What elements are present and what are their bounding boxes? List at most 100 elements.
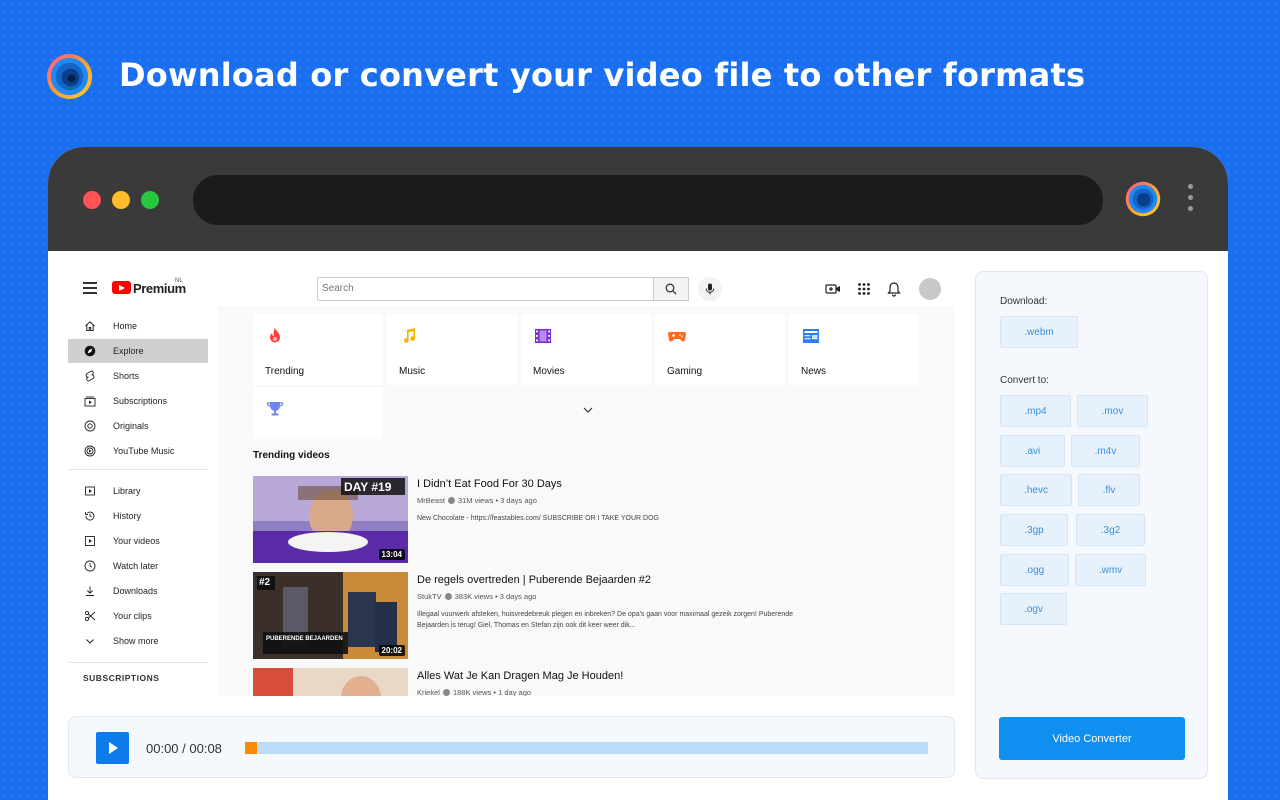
search-input[interactable]: Search bbox=[317, 277, 654, 301]
address-bar[interactable] bbox=[193, 175, 1103, 225]
headline: Download or convert your video file to o… bbox=[119, 56, 1086, 94]
create-video-icon[interactable] bbox=[825, 281, 841, 297]
convert-format-wmv[interactable]: .wmv bbox=[1075, 554, 1146, 586]
convert-label: Convert to: bbox=[1000, 375, 1049, 386]
category-music[interactable]: Music bbox=[387, 314, 517, 385]
flame-icon bbox=[270, 328, 280, 343]
convert-format-flv[interactable]: .flv bbox=[1078, 474, 1140, 506]
video-row[interactable]: Alles Wat Je Kan Dragen Mag Je Houden! K… bbox=[253, 668, 893, 696]
browser-menu-icon[interactable] bbox=[1185, 184, 1195, 216]
sidebar-item-watch-later[interactable]: Watch later bbox=[68, 554, 208, 578]
convert-format-3gp[interactable]: .3gp bbox=[1000, 514, 1068, 546]
minimize-window-button[interactable] bbox=[112, 191, 130, 209]
convert-format-mov[interactable]: .mov bbox=[1077, 395, 1148, 427]
progress-track[interactable] bbox=[245, 742, 928, 754]
category-trending[interactable]: Trending bbox=[253, 314, 383, 385]
convert-format-mp4[interactable]: .mp4 bbox=[1000, 395, 1071, 427]
sidebar-item-explore[interactable]: Explore bbox=[68, 339, 208, 363]
download-format-webm[interactable]: .webm bbox=[1000, 316, 1078, 348]
convert-format-ogv[interactable]: .ogv bbox=[1000, 593, 1067, 625]
category-sports[interactable] bbox=[253, 387, 383, 439]
converter-panel: Download: .webm Convert to: .mp4 .mov .a… bbox=[975, 271, 1208, 779]
app-logo-icon bbox=[46, 53, 93, 100]
sidebar-item-youtube-music[interactable]: YouTube Music bbox=[68, 439, 208, 463]
upload-age: 1 day ago bbox=[498, 688, 532, 696]
view-count: 31M views bbox=[457, 496, 494, 505]
avatar[interactable] bbox=[919, 278, 941, 300]
video-duration: 13:04 bbox=[378, 549, 405, 560]
progress-fill[interactable] bbox=[245, 742, 257, 754]
scissors-icon bbox=[84, 610, 96, 622]
compass-icon bbox=[84, 345, 96, 357]
play-button[interactable] bbox=[96, 732, 129, 764]
apps-icon[interactable] bbox=[856, 281, 872, 297]
sidebar-item-your-videos[interactable]: Your videos bbox=[68, 529, 208, 553]
sidebar-item-history[interactable]: History bbox=[68, 504, 208, 528]
bell-icon[interactable] bbox=[886, 281, 902, 297]
playback-time: 00:00 / 00:08 bbox=[146, 741, 222, 756]
chevron-down-icon bbox=[86, 639, 94, 644]
video-description: New Chocolate - https://feastables.com/ … bbox=[417, 515, 659, 522]
sidebar-item-downloads[interactable]: Downloads bbox=[68, 579, 208, 603]
music-disc-icon bbox=[84, 445, 96, 457]
expand-categories-icon[interactable] bbox=[583, 406, 593, 414]
video-thumbnail[interactable]: #2 PUBERENDE BEJAARDEN 20:02 bbox=[253, 572, 408, 659]
library-icon bbox=[85, 486, 95, 496]
browser-window: Premium NL Search Home Explore Shorts Su… bbox=[48, 147, 1228, 800]
download-icon bbox=[86, 586, 94, 596]
sidebar-item-shorts[interactable]: Shorts bbox=[68, 364, 208, 388]
originals-icon bbox=[84, 420, 96, 432]
category-movies[interactable]: Movies bbox=[521, 314, 651, 385]
view-count: 383K views bbox=[454, 592, 493, 601]
home-icon bbox=[85, 321, 95, 331]
video-title[interactable]: Alles Wat Je Kan Dragen Mag Je Houden! bbox=[417, 670, 623, 682]
subscriptions-heading: SUBSCRIPTIONS bbox=[83, 673, 160, 683]
channel-name[interactable]: StukTV bbox=[417, 592, 442, 601]
video-title[interactable]: De regels overtreden | Puberende Bejaard… bbox=[417, 574, 651, 586]
verified-icon bbox=[444, 593, 452, 600]
sidebar-item-home[interactable]: Home bbox=[68, 314, 208, 338]
convert-format-3g2[interactable]: .3g2 bbox=[1076, 514, 1145, 546]
clock-icon bbox=[84, 560, 96, 572]
extension-icon[interactable] bbox=[1125, 181, 1161, 217]
convert-format-m4v[interactable]: .m4v bbox=[1071, 435, 1140, 467]
convert-format-ogg[interactable]: .ogg bbox=[1000, 554, 1069, 586]
maximize-window-button[interactable] bbox=[141, 191, 159, 209]
upload-age: 3 days ago bbox=[499, 592, 537, 601]
channel-name[interactable]: MrBeast bbox=[417, 496, 445, 505]
video-thumbnail[interactable]: DAY #19 13:04 bbox=[253, 476, 408, 563]
video-description: Illegaal vuurwerk afsteken, huisvredebre… bbox=[417, 611, 794, 629]
trophy-icon bbox=[266, 402, 284, 416]
video-row[interactable]: #2 PUBERENDE BEJAARDEN 20:02 De regels o… bbox=[253, 572, 893, 662]
search-button[interactable] bbox=[654, 277, 689, 301]
thumbnail-banner: PUBERENDE BEJAARDEN bbox=[266, 636, 343, 642]
youtube-page: Premium NL Search Home Explore Shorts Su… bbox=[68, 271, 955, 696]
channel-name[interactable]: Kriekel bbox=[417, 688, 440, 696]
video-duration: 20:02 bbox=[378, 645, 405, 656]
category-news[interactable]: News bbox=[789, 314, 919, 385]
sidebar-item-originals[interactable]: Originals bbox=[68, 414, 208, 438]
sidebar-item-library[interactable]: Library bbox=[68, 479, 208, 503]
video-title[interactable]: I Didn’t Eat Food For 30 Days bbox=[417, 478, 562, 490]
sidebar-item-show-more[interactable]: Show more bbox=[68, 629, 208, 653]
media-player: 00:00 / 00:08 bbox=[68, 716, 955, 778]
video-thumbnail[interactable] bbox=[253, 668, 408, 696]
thumbnail-badge: DAY #19 bbox=[344, 480, 392, 494]
subscriptions-icon bbox=[84, 396, 96, 407]
convert-format-hevc[interactable]: .hevc bbox=[1000, 474, 1072, 506]
close-window-button[interactable] bbox=[83, 191, 101, 209]
category-gaming[interactable]: Gaming bbox=[655, 314, 785, 385]
convert-format-avi[interactable]: .avi bbox=[1000, 435, 1065, 467]
your-videos-icon bbox=[85, 536, 95, 546]
voice-search-button[interactable] bbox=[698, 277, 722, 301]
sidebar-item-subscriptions[interactable]: Subscriptions bbox=[68, 389, 208, 413]
sidebar-divider bbox=[68, 469, 208, 470]
verified-icon bbox=[447, 497, 455, 504]
video-converter-button[interactable]: Video Converter bbox=[999, 717, 1185, 760]
youtube-logo-icon[interactable] bbox=[112, 281, 131, 294]
region-code: NL bbox=[175, 278, 183, 284]
microphone-icon bbox=[705, 283, 715, 295]
video-row[interactable]: DAY #19 13:04 I Didn’t Eat Food For 30 D… bbox=[253, 476, 893, 566]
menu-icon[interactable] bbox=[83, 282, 97, 294]
sidebar-item-your-clips[interactable]: Your clips bbox=[68, 604, 208, 628]
